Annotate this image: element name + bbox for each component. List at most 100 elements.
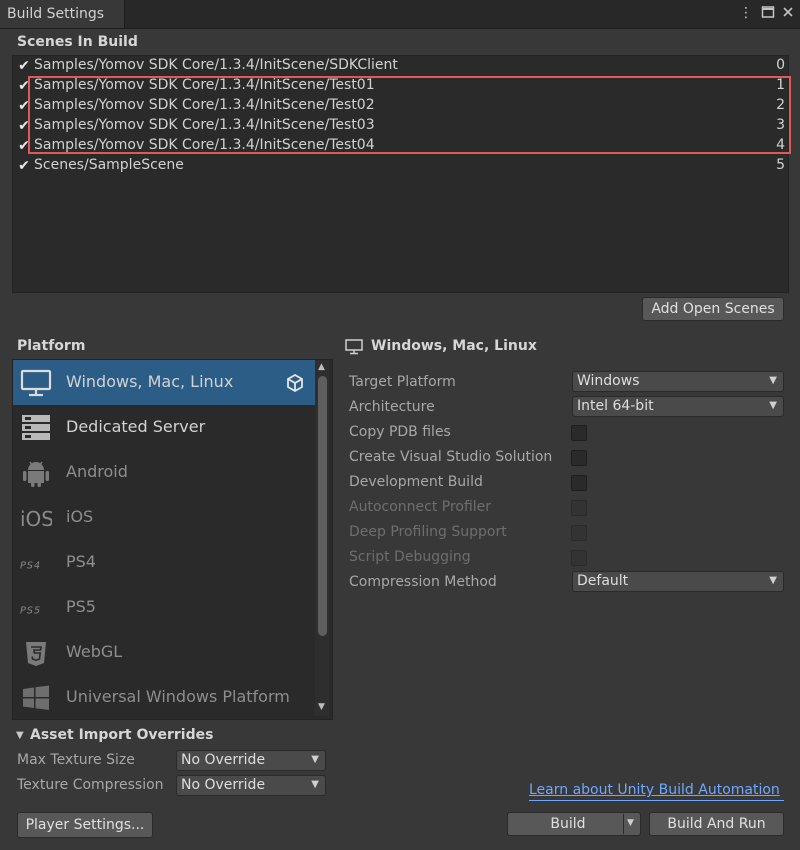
scroll-up-icon[interactable]: ▲ (318, 362, 325, 372)
autoconnect-checkbox (571, 500, 587, 516)
platform-title: Platform (17, 338, 86, 354)
ps5-icon: PS5 (20, 605, 41, 616)
scenes-title: Scenes In Build (17, 34, 138, 50)
scene-row[interactable]: ✔ Samples/Yomov SDK Core/1.3.4/InitScene… (13, 76, 788, 96)
compression-dropdown[interactable]: Default ▼ (572, 571, 784, 592)
compression-label: Compression Method (349, 574, 497, 590)
android-icon (23, 461, 49, 487)
svg-text:PS4: PS4 (20, 560, 41, 571)
scene-index: 1 (776, 77, 785, 93)
scenes-list[interactable]: ✔ Samples/Yomov SDK Core/1.3.4/InitScene… (12, 55, 789, 293)
chevron-down-icon: ▼ (311, 754, 319, 765)
target-platform-dropdown[interactable]: Windows ▼ (572, 371, 784, 392)
script-debugging-label: Script Debugging (349, 549, 471, 565)
max-texture-label: Max Texture Size (17, 752, 135, 768)
html5-icon (26, 642, 46, 666)
server-icon (22, 415, 50, 440)
dev-build-checkbox[interactable] (571, 475, 587, 491)
create-vs-checkbox[interactable] (571, 450, 587, 466)
checkmark-icon[interactable]: ✔ (16, 98, 32, 114)
scroll-thumb[interactable] (318, 376, 327, 636)
tab-title: Build Settings (7, 6, 105, 22)
chevron-down-icon: ▼ (311, 779, 319, 790)
more-options-icon[interactable]: ⋮ (738, 5, 754, 21)
platform-item-webgl[interactable]: WebGL (13, 630, 316, 675)
dev-build-label: Development Build (349, 474, 483, 490)
build-and-run-button[interactable]: Build And Run (649, 812, 784, 836)
scene-row[interactable]: ✔ Samples/Yomov SDK Core/1.3.4/InitScene… (13, 56, 788, 76)
chevron-down-icon: ▼ (769, 575, 777, 586)
checkmark-icon[interactable]: ✔ (16, 138, 32, 154)
max-texture-dropdown[interactable]: No Override ▼ (176, 750, 326, 771)
autoconnect-label: Autoconnect Profiler (349, 499, 492, 515)
platform-item-ps5[interactable]: PS5 PS5 (13, 585, 316, 630)
scene-index: 3 (776, 117, 785, 133)
platform-item-standalone[interactable]: Windows, Mac, Linux (13, 360, 316, 405)
texture-compression-value: No Override (181, 777, 266, 793)
learn-build-automation-link[interactable]: Learn about Unity Build Automation (529, 782, 780, 798)
platform-item-ps4[interactable]: PS4 PS4 (13, 540, 316, 585)
tab-build-settings[interactable]: Build Settings (0, 0, 125, 28)
asset-overrides-title[interactable]: Asset Import Overrides (30, 727, 213, 743)
copy-pdb-label: Copy PDB files (349, 424, 451, 440)
build-button[interactable]: Build (507, 812, 641, 836)
platform-list[interactable]: Windows, Mac, Linux Dedicated Server And… (12, 359, 333, 720)
scene-path: Samples/Yomov SDK Core/1.3.4/InitScene/T… (34, 77, 375, 93)
platform-item-dedicated-server[interactable]: Dedicated Server (13, 405, 316, 450)
build-options-chevron-icon[interactable]: ▼ (627, 818, 634, 828)
maximize-icon[interactable] (760, 5, 776, 21)
scene-index: 5 (776, 157, 785, 173)
scene-path: Samples/Yomov SDK Core/1.3.4/InitScene/S… (34, 57, 398, 73)
chevron-down-icon: ▼ (769, 375, 777, 386)
compression-value: Default (577, 573, 629, 589)
platform-label: Android (66, 462, 128, 481)
monitor-icon (20, 369, 52, 397)
scene-row[interactable]: ✔ Scenes/SampleScene 5 (13, 156, 788, 176)
ios-icon: iOS (20, 507, 52, 531)
copy-pdb-checkbox[interactable] (571, 425, 587, 441)
platform-label: iOS (66, 507, 94, 526)
player-settings-button[interactable]: Player Settings... (17, 812, 153, 838)
add-open-scenes-button[interactable]: Add Open Scenes (642, 297, 784, 321)
checkmark-icon[interactable]: ✔ (16, 78, 32, 94)
link-underline (529, 800, 784, 801)
windows-logo-icon (23, 685, 49, 710)
foldout-arrow-icon[interactable]: ▼ (16, 730, 24, 741)
create-vs-label: Create Visual Studio Solution (349, 449, 553, 465)
monitor-icon (345, 339, 363, 355)
checkmark-icon[interactable]: ✔ (16, 118, 32, 134)
checkmark-icon[interactable]: ✔ (16, 158, 32, 174)
architecture-label: Architecture (349, 399, 435, 415)
scene-row[interactable]: ✔ Samples/Yomov SDK Core/1.3.4/InitScene… (13, 116, 788, 136)
script-debugging-checkbox (571, 550, 587, 566)
checkmark-icon[interactable]: ✔ (16, 58, 32, 74)
ps4-icon: PS4 (20, 560, 41, 571)
scene-path: Samples/Yomov SDK Core/1.3.4/InitScene/T… (34, 97, 375, 113)
scene-path: Samples/Yomov SDK Core/1.3.4/InitScene/T… (34, 137, 375, 153)
scene-path: Scenes/SampleScene (34, 157, 184, 173)
svg-text:PS5: PS5 (20, 605, 41, 616)
scene-index: 2 (776, 97, 785, 113)
platform-label: Windows, Mac, Linux (66, 372, 234, 391)
scene-index: 4 (776, 137, 785, 153)
architecture-dropdown[interactable]: Intel 64-bit ▼ (572, 396, 784, 417)
texture-compression-label: Texture Compression (17, 777, 164, 793)
scene-row[interactable]: ✔ Samples/Yomov SDK Core/1.3.4/InitScene… (13, 96, 788, 116)
build-split-divider (623, 814, 624, 834)
platform-item-ios[interactable]: iOS iOS (13, 495, 316, 540)
scroll-down-icon[interactable]: ▼ (318, 702, 325, 712)
platform-item-android[interactable]: Android (13, 450, 316, 495)
deep-profiling-checkbox (571, 525, 587, 541)
scene-index: 0 (776, 57, 785, 73)
settings-header: Windows, Mac, Linux (371, 338, 537, 354)
platform-label: PS5 (66, 597, 96, 616)
close-icon[interactable] (780, 5, 796, 21)
tab-bar: Build Settings ⋮ (0, 0, 800, 29)
scene-row[interactable]: ✔ Samples/Yomov SDK Core/1.3.4/InitScene… (13, 136, 788, 156)
max-texture-value: No Override (181, 752, 266, 768)
platform-item-uwp[interactable]: Universal Windows Platform (13, 675, 316, 719)
platform-label: Dedicated Server (66, 417, 206, 436)
texture-compression-dropdown[interactable]: No Override ▼ (176, 775, 326, 796)
scene-path: Samples/Yomov SDK Core/1.3.4/InitScene/T… (34, 117, 375, 133)
architecture-value: Intel 64-bit (577, 398, 654, 414)
